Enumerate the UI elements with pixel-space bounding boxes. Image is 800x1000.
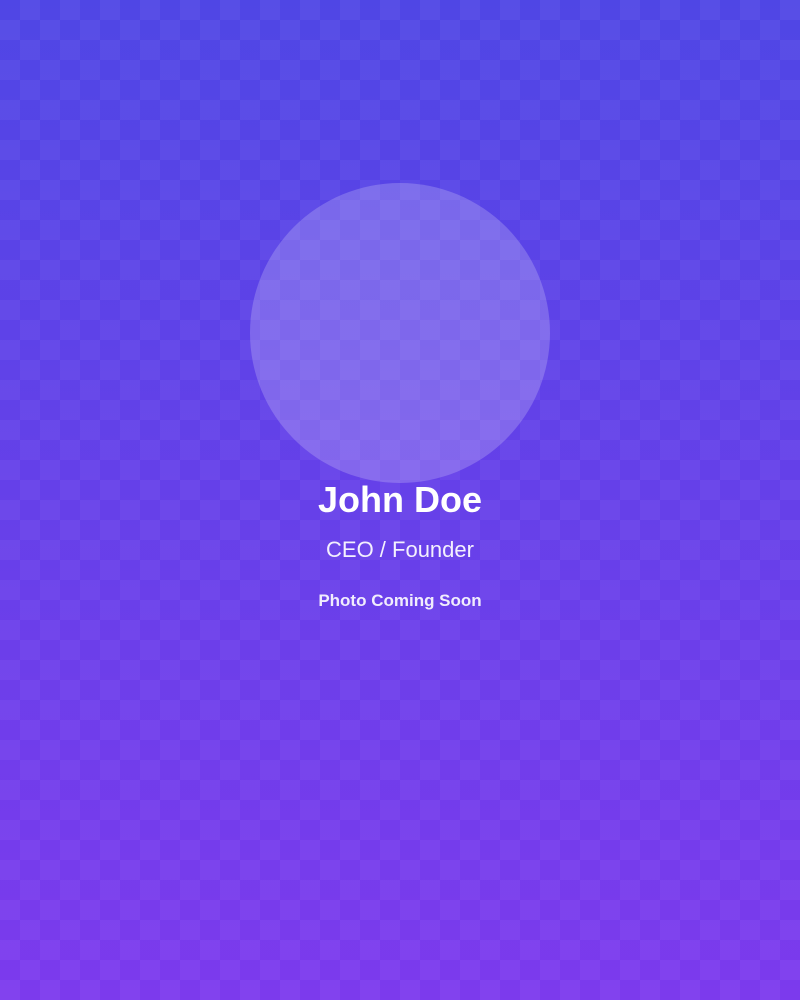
person-role: CEO / Founder [326,537,474,562]
avatar-placeholder [250,183,550,483]
person-name: John Doe [317,479,482,520]
profile-card-background: John Doe CEO / Founder Photo Coming Soon [0,0,800,1000]
photo-coming-soon-note: Photo Coming Soon [318,591,482,610]
